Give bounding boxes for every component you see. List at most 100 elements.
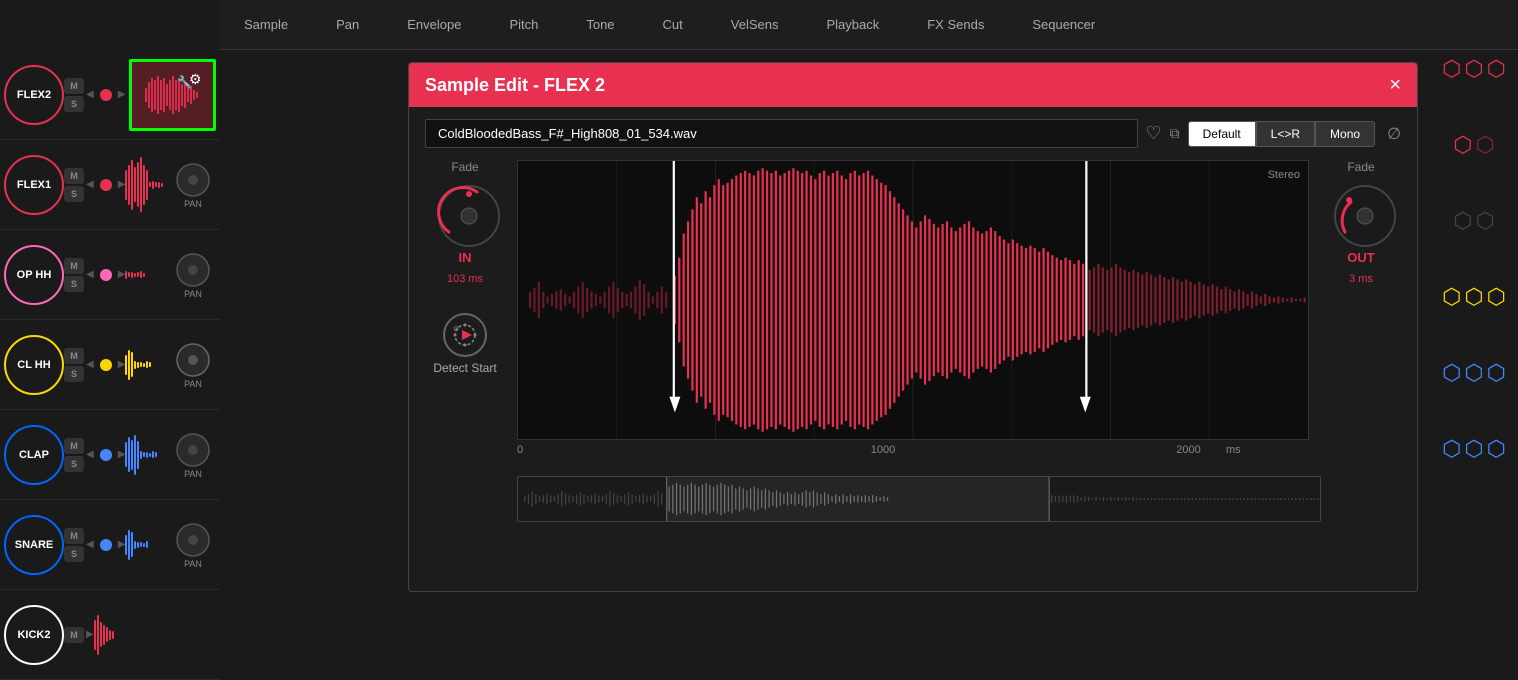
nav-fxsends[interactable]: FX Sends <box>903 0 1008 49</box>
fade-in-sublabel: IN <box>459 250 472 265</box>
arrow-right-clap[interactable]: ▶ <box>118 449 126 460</box>
track-dot-openhh <box>100 269 112 281</box>
nav-cut[interactable]: Cut <box>639 0 707 49</box>
arrow-left-flex1[interactable]: ◀ <box>86 179 94 190</box>
mode-mono-btn[interactable]: Mono <box>1315 121 1375 147</box>
pan-knob-clap[interactable]: PAN <box>174 431 212 479</box>
arrow-left-snare[interactable]: ◀ <box>86 539 94 550</box>
stereo-label: Stereo <box>1268 169 1300 181</box>
pan-knob-snare[interactable]: PAN <box>174 521 212 569</box>
nav-envelope[interactable]: Envelope <box>383 0 485 49</box>
fade-out-sublabel: OUT <box>1347 250 1374 265</box>
hex-clhh-2[interactable]: ⬡ <box>1464 286 1483 308</box>
track-name-openhh[interactable]: OP HH <box>4 245 64 305</box>
hex-flex1-1[interactable]: ⬡ <box>1453 134 1472 156</box>
waveform-canvas[interactable]: Stereo <box>517 160 1309 440</box>
solo-btn-clap[interactable]: S <box>64 456 84 472</box>
hex-clhh-1[interactable]: ⬡ <box>1442 286 1461 308</box>
fade-out-value: 3 ms <box>1349 273 1373 285</box>
pan-label-openhh: PAN <box>184 289 202 299</box>
hex-clhh-3[interactable]: ⬡ <box>1487 286 1506 308</box>
track-name-kick2[interactable]: KICK2 <box>4 605 64 665</box>
mute-btn-clhh[interactable]: M <box>64 348 84 364</box>
track-dot-flex1 <box>100 179 112 191</box>
nav-sequencer[interactable]: Sequencer <box>1008 0 1119 49</box>
hex-clap-3[interactable]: ⬡ <box>1487 362 1506 384</box>
fade-in-knob[interactable] <box>435 182 495 242</box>
nav-sample[interactable]: Sample <box>220 0 312 49</box>
arrow-right-flex1[interactable]: ▶ <box>118 179 126 190</box>
timeline: 0 1000 2000 ms <box>425 444 1401 472</box>
arrow-right-clhh[interactable]: ▶ <box>118 359 126 370</box>
pan-label-clhh: PAN <box>184 379 202 389</box>
solo-btn-openhh[interactable]: S <box>64 276 84 292</box>
mini-wave-svg <box>518 477 1320 521</box>
arrow-left-clhh[interactable]: ◀ <box>86 359 94 370</box>
nav-velsens[interactable]: VelSens <box>707 0 803 49</box>
hex-openhh-1[interactable]: ⬡ <box>1453 210 1472 232</box>
track-ms-snare: M S <box>64 528 84 562</box>
solo-btn-snare[interactable]: S <box>64 546 84 562</box>
hex-flex2-2[interactable]: ⬡ <box>1464 58 1483 80</box>
sample-button-flex2[interactable]: ⚙ 🔧 <box>129 59 216 131</box>
nav-pan[interactable]: Pan <box>312 0 383 49</box>
hex-clap-1[interactable]: ⬡ <box>1442 362 1461 384</box>
mute-btn-kick2[interactable]: M <box>64 627 84 643</box>
track-arrows-flex2: ◀ ▶ <box>86 89 125 101</box>
track-name-flex2[interactable]: FLEX2 <box>4 65 64 125</box>
solo-btn-clhh[interactable]: S <box>64 366 84 382</box>
hex-openhh-2[interactable]: ⬡ <box>1476 210 1495 232</box>
hex-flex1-2[interactable]: ⬡ <box>1476 134 1495 156</box>
hex-row-openhh: ⬡ ⬡ <box>1453 210 1494 232</box>
mute-btn-flex1[interactable]: M <box>64 168 84 184</box>
nav-tone[interactable]: Tone <box>562 0 638 49</box>
mini-wave-box[interactable] <box>517 476 1321 522</box>
pan-knob-flex1[interactable]: PAN <box>174 161 212 209</box>
arrow-right-openhh[interactable]: ▶ <box>118 269 126 280</box>
detect-start-button[interactable]: ⚙ Detect Start <box>433 313 496 375</box>
pan-knob-openhh[interactable]: PAN <box>174 251 212 299</box>
track-name-clap[interactable]: CLAP <box>4 425 64 485</box>
mode-lr-btn[interactable]: L<>R <box>1256 121 1315 147</box>
copy-icon[interactable]: ⧉ <box>1170 125 1180 142</box>
svg-text:🔧: 🔧 <box>177 74 192 89</box>
mute-btn-flex2[interactable]: M <box>64 78 84 94</box>
mode-default-btn[interactable]: Default <box>1188 121 1256 147</box>
mute-btn-clap[interactable]: M <box>64 438 84 454</box>
arrow-left-clap[interactable]: ◀ <box>86 449 94 460</box>
top-nav: Sample Pan Envelope Pitch Tone Cut VelSe… <box>220 0 1518 50</box>
track-wave-kick2 <box>94 605 216 665</box>
arrow-right-kick2[interactable]: ▶ <box>86 629 94 640</box>
track-ms-flex1: M S <box>64 168 84 202</box>
track-name-flex1[interactable]: FLEX1 <box>4 155 64 215</box>
arrow-left-openhh[interactable]: ◀ <box>86 269 94 280</box>
hex-snare-2[interactable]: ⬡ <box>1464 438 1483 460</box>
pan-label-flex1: PAN <box>184 199 202 209</box>
arrow-left-flex2[interactable]: ◀ <box>86 89 94 100</box>
pan-knob-clhh[interactable]: PAN <box>174 341 212 389</box>
nav-pitch[interactable]: Pitch <box>485 0 562 49</box>
arrow-right-snare[interactable]: ▶ <box>118 539 126 550</box>
track-name-snare[interactable]: SNARE <box>4 515 64 575</box>
mute-btn-openhh[interactable]: M <box>64 258 84 274</box>
filename-input[interactable] <box>425 119 1138 148</box>
mute-btn-snare[interactable]: M <box>64 528 84 544</box>
nav-playback[interactable]: Playback <box>802 0 903 49</box>
fade-out-label: Fade <box>1347 160 1374 174</box>
null-icon[interactable]: ∅ <box>1387 124 1401 144</box>
track-arrows-clap: ◀ ▶ <box>86 449 125 461</box>
track-dot-flex2 <box>100 89 112 101</box>
solo-btn-flex1[interactable]: S <box>64 186 84 202</box>
hex-snare-3[interactable]: ⬡ <box>1487 438 1506 460</box>
hex-flex2-1[interactable]: ⬡ <box>1442 58 1461 80</box>
arrow-right-flex2[interactable]: ▶ <box>118 89 126 100</box>
track-ms-clhh: M S <box>64 348 84 382</box>
solo-btn-flex2[interactable]: S <box>64 96 84 112</box>
fade-out-knob[interactable] <box>1331 182 1391 242</box>
track-name-clhh[interactable]: CL HH <box>4 335 64 395</box>
hex-snare-1[interactable]: ⬡ <box>1442 438 1461 460</box>
close-button[interactable]: × <box>1389 74 1401 97</box>
favorite-icon[interactable]: ♡ <box>1146 123 1162 144</box>
hex-clap-2[interactable]: ⬡ <box>1464 362 1483 384</box>
hex-flex2-3[interactable]: ⬡ <box>1487 58 1506 80</box>
